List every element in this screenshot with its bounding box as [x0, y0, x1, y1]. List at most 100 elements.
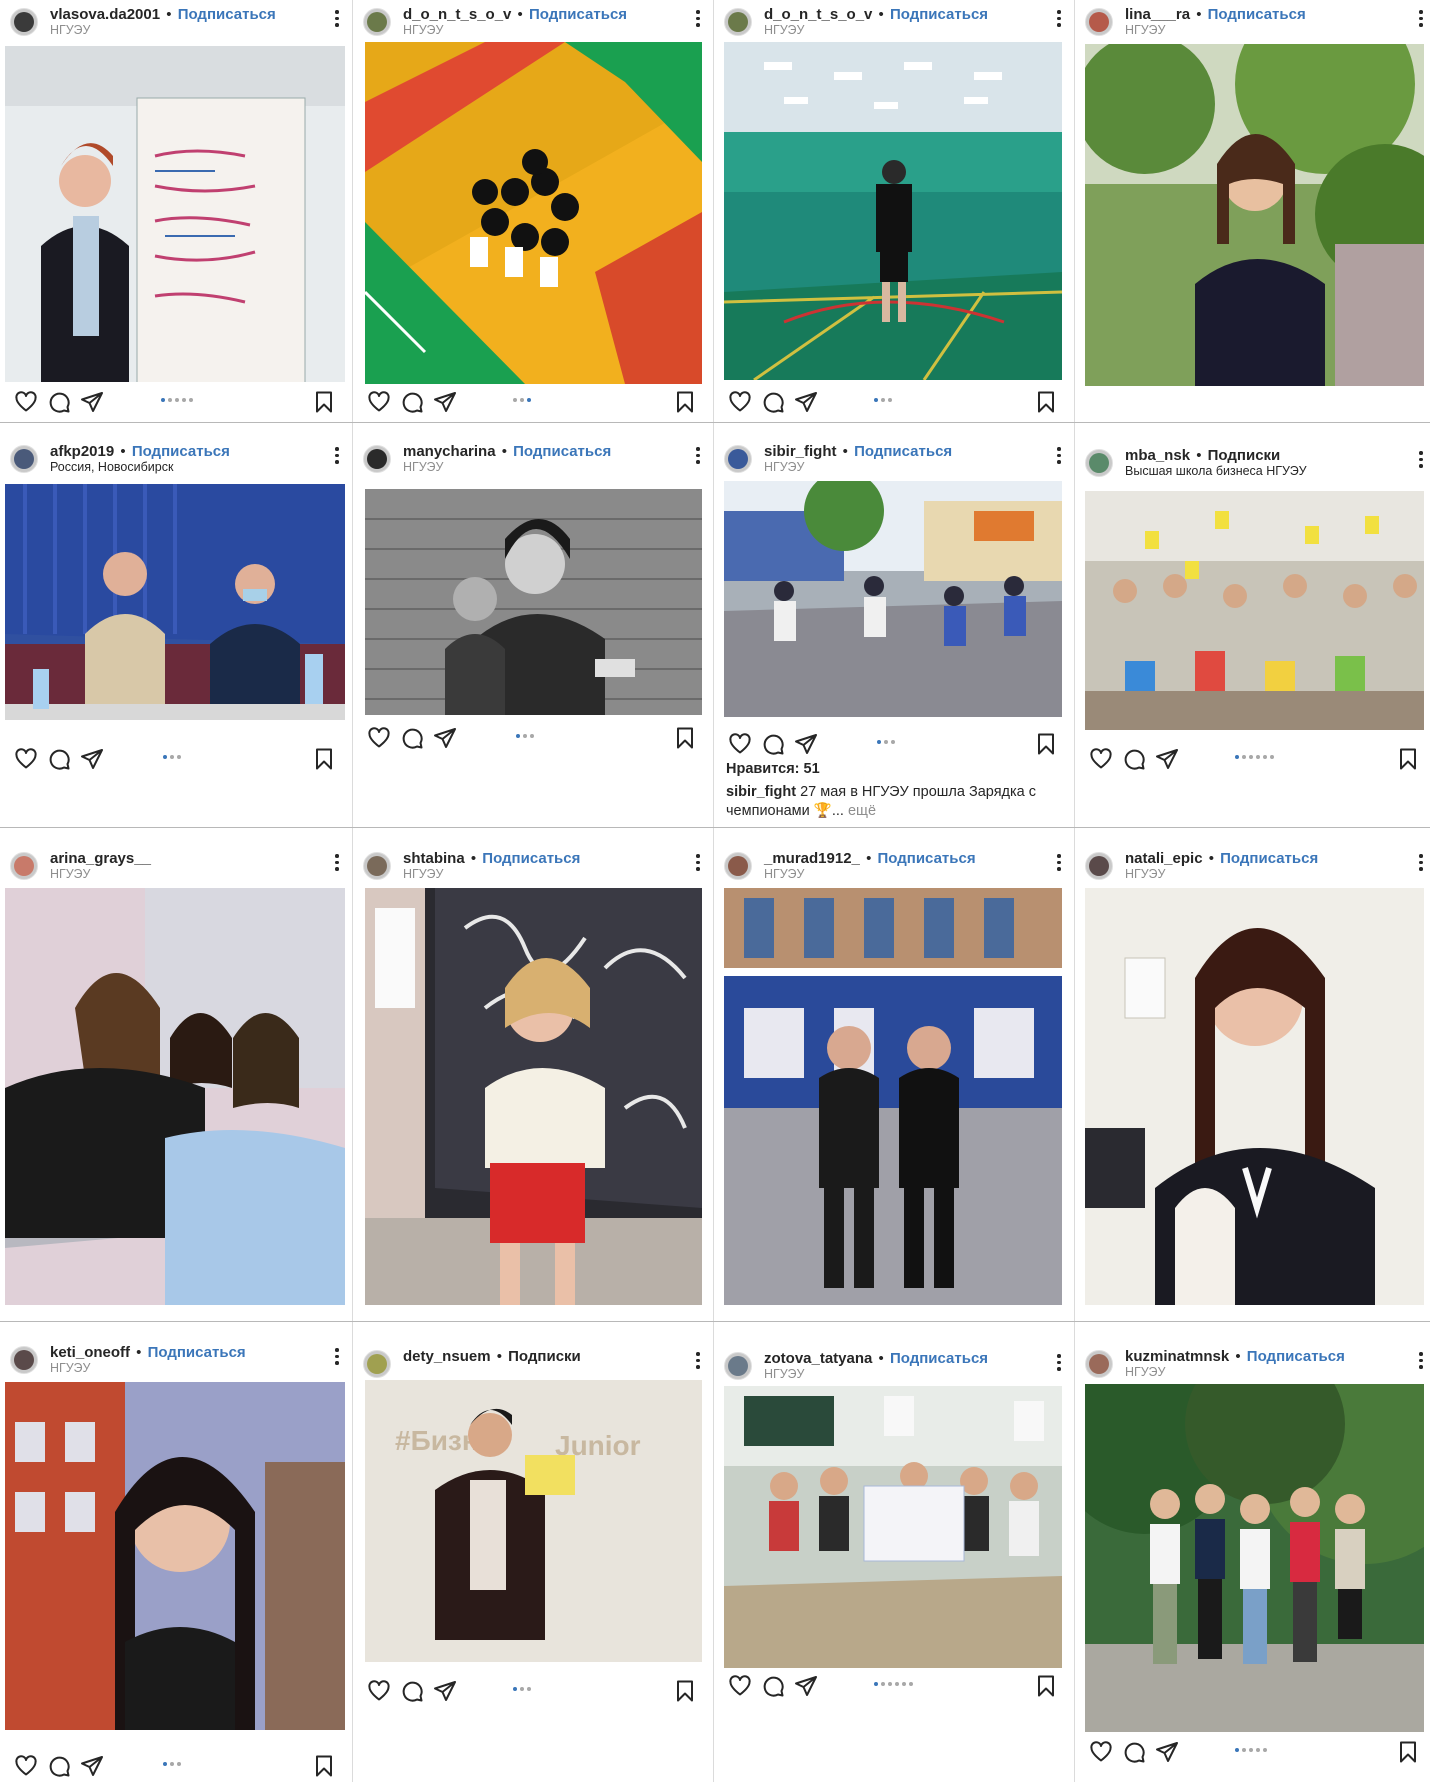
post-image[interactable] — [5, 46, 345, 382]
comment-icon[interactable] — [47, 1754, 71, 1778]
heart-icon[interactable] — [367, 1679, 391, 1703]
bookmark-icon[interactable] — [1034, 1674, 1058, 1698]
comment-icon[interactable] — [761, 1674, 785, 1698]
follow-button[interactable]: Подписки — [1208, 447, 1281, 464]
location-link[interactable]: НГУЭУ — [764, 1367, 804, 1381]
bookmark-icon[interactable] — [1396, 1740, 1420, 1764]
username-link[interactable]: keti_oneoff — [50, 1344, 130, 1361]
comment-icon[interactable] — [1122, 747, 1146, 771]
heart-icon[interactable] — [367, 726, 391, 750]
post-image[interactable]: #Бизнес Junior — [365, 1380, 702, 1662]
more-options-icon[interactable] — [1056, 447, 1062, 467]
post-image[interactable] — [724, 888, 1062, 1305]
heart-icon[interactable] — [728, 1674, 752, 1698]
location-link[interactable]: НГУЭУ — [1125, 23, 1165, 37]
comment-icon[interactable] — [400, 390, 424, 414]
comment-icon[interactable] — [400, 1679, 424, 1703]
heart-icon[interactable] — [1089, 747, 1113, 771]
avatar[interactable] — [10, 852, 38, 880]
post-image[interactable] — [1085, 1384, 1424, 1732]
avatar[interactable] — [724, 852, 752, 880]
location-link[interactable]: НГУЭУ — [764, 23, 804, 37]
follow-button[interactable]: Подписки — [508, 1348, 581, 1365]
username-link[interactable]: zotova_tatyana — [764, 1350, 872, 1367]
username-link[interactable]: dety_nsuem — [403, 1348, 491, 1365]
username-link[interactable]: natali_epic — [1125, 850, 1203, 867]
more-options-icon[interactable] — [1056, 10, 1062, 30]
heart-icon[interactable] — [14, 1754, 38, 1778]
post-image[interactable] — [724, 481, 1062, 717]
more-options-icon[interactable] — [1056, 854, 1062, 874]
share-icon[interactable] — [80, 1754, 104, 1778]
username-link[interactable]: d_o_n_t_s_o_v — [764, 6, 872, 23]
share-icon[interactable] — [80, 390, 104, 414]
more-options-icon[interactable] — [1418, 10, 1424, 30]
more-options-icon[interactable] — [695, 1352, 701, 1372]
username-link[interactable]: _murad1912_ — [764, 850, 860, 867]
location-link[interactable]: Россия, Новосибирск — [50, 460, 173, 474]
username-link[interactable]: d_o_n_t_s_o_v — [403, 6, 511, 23]
bookmark-icon[interactable] — [673, 726, 697, 750]
post-image[interactable] — [365, 42, 702, 384]
comment-icon[interactable] — [761, 732, 785, 756]
follow-button[interactable]: Подписаться — [482, 850, 580, 867]
location-link[interactable]: НГУЭУ — [403, 867, 443, 881]
username-link[interactable]: lina___ra — [1125, 6, 1190, 23]
location-link[interactable]: НГУЭУ — [50, 1361, 90, 1375]
avatar[interactable] — [724, 1352, 752, 1380]
comment-icon[interactable] — [47, 390, 71, 414]
post-image[interactable] — [365, 489, 702, 715]
follow-button[interactable]: Подписаться — [529, 6, 627, 23]
post-image[interactable] — [5, 484, 345, 720]
post-image[interactable] — [365, 888, 702, 1305]
more-options-icon[interactable] — [334, 854, 340, 874]
share-icon[interactable] — [794, 390, 818, 414]
location-link[interactable]: НГУЭУ — [403, 23, 443, 37]
heart-icon[interactable] — [728, 732, 752, 756]
username-link[interactable]: vlasova.da2001 — [50, 6, 160, 23]
comment-icon[interactable] — [47, 747, 71, 771]
more-options-icon[interactable] — [1418, 1352, 1424, 1372]
bookmark-icon[interactable] — [1034, 390, 1058, 414]
more-options-icon[interactable] — [334, 1348, 340, 1368]
share-icon[interactable] — [433, 390, 457, 414]
location-link[interactable]: НГУЭУ — [50, 867, 90, 881]
username-link[interactable]: manycharina — [403, 443, 496, 460]
follow-button[interactable]: Подписаться — [1247, 1348, 1345, 1365]
bookmark-icon[interactable] — [312, 1754, 336, 1778]
heart-icon[interactable] — [728, 390, 752, 414]
more-options-icon[interactable] — [1418, 451, 1424, 471]
follow-button[interactable]: Подписаться — [878, 850, 976, 867]
username-link[interactable]: arina_grays__ — [50, 850, 151, 867]
share-icon[interactable] — [794, 1674, 818, 1698]
avatar[interactable] — [1085, 8, 1113, 36]
username-link[interactable]: shtabina — [403, 850, 465, 867]
share-icon[interactable] — [80, 747, 104, 771]
follow-button[interactable]: Подписаться — [890, 6, 988, 23]
likes-count[interactable]: Нравится: 51 — [726, 761, 820, 777]
avatar[interactable] — [363, 1350, 391, 1378]
comment-icon[interactable] — [400, 726, 424, 750]
username-link[interactable]: sibir_fight — [764, 443, 837, 460]
more-options-icon[interactable] — [695, 447, 701, 467]
follow-button[interactable]: Подписаться — [513, 443, 611, 460]
bookmark-icon[interactable] — [312, 747, 336, 771]
caption-more-link[interactable]: ещё — [848, 803, 876, 819]
location-link[interactable]: НГУЭУ — [50, 23, 90, 37]
more-options-icon[interactable] — [1056, 1354, 1062, 1374]
more-options-icon[interactable] — [695, 854, 701, 874]
post-image[interactable] — [1085, 44, 1424, 386]
location-link[interactable]: НГУЭУ — [1125, 1365, 1165, 1379]
avatar[interactable] — [10, 445, 38, 473]
avatar[interactable] — [724, 445, 752, 473]
share-icon[interactable] — [1155, 1740, 1179, 1764]
location-link[interactable]: НГУЭУ — [403, 460, 443, 474]
more-options-icon[interactable] — [695, 10, 701, 30]
follow-button[interactable]: Подписаться — [178, 6, 276, 23]
username-link[interactable]: afkp2019 — [50, 443, 114, 460]
username-link[interactable]: kuzminatmnsk — [1125, 1348, 1229, 1365]
share-icon[interactable] — [433, 1679, 457, 1703]
share-icon[interactable] — [433, 726, 457, 750]
bookmark-icon[interactable] — [673, 1679, 697, 1703]
more-options-icon[interactable] — [1418, 854, 1424, 874]
